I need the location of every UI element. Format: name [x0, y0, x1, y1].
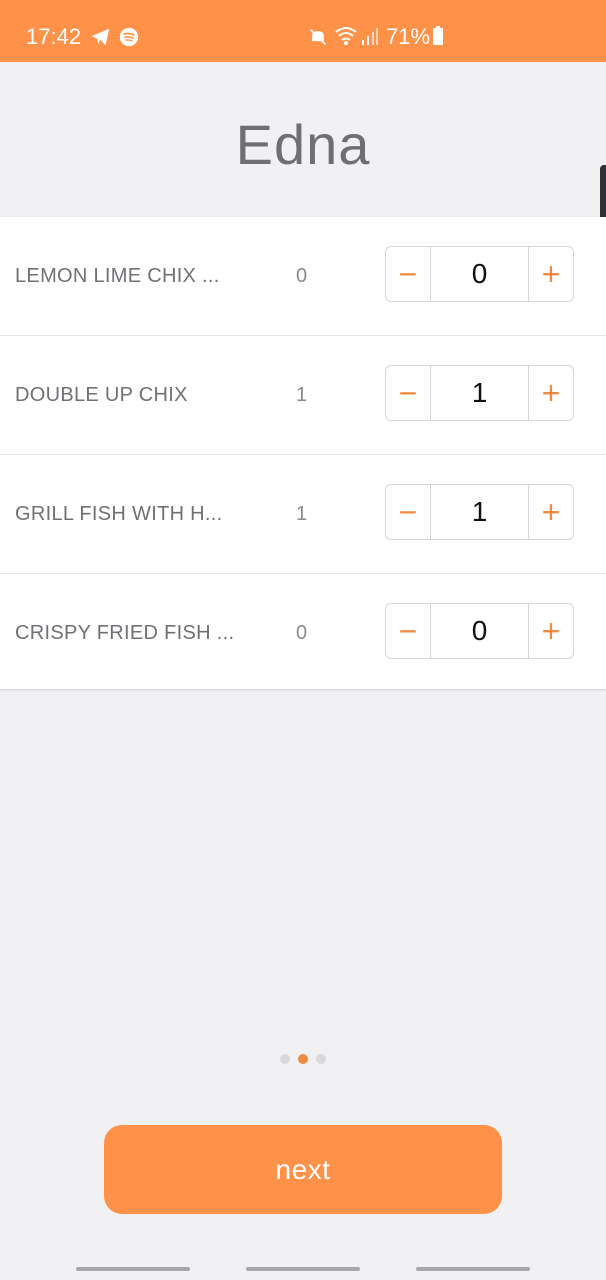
increment-button[interactable]: +	[529, 366, 573, 420]
item-name: LEMON LIME CHIX ...	[15, 265, 220, 287]
page-dot	[280, 1054, 290, 1064]
page-dot-active	[298, 1054, 308, 1064]
status-time: 17:42	[26, 24, 82, 49]
list-item: CRISPY FRIED FISH ... 0 − 0 +	[0, 573, 606, 692]
quantity-stepper: − 0 +	[385, 603, 574, 659]
status-bar: 17:42 71%	[0, 0, 606, 62]
quantity-value[interactable]: 0	[430, 247, 529, 301]
item-count: 1	[296, 384, 308, 406]
navigation-bar	[0, 1258, 606, 1280]
spotify-icon	[119, 27, 139, 47]
quantity-value[interactable]: 1	[430, 366, 529, 420]
item-name: GRILL FISH WITH H...	[15, 503, 223, 525]
signal-icon	[362, 28, 378, 45]
mute-icon	[309, 28, 327, 46]
quantity-stepper: − 0 +	[385, 246, 574, 302]
increment-button[interactable]: +	[529, 485, 573, 539]
increment-button[interactable]: +	[529, 604, 573, 658]
nav-back-button[interactable]	[416, 1267, 530, 1271]
decrement-button[interactable]: −	[386, 485, 430, 539]
decrement-button[interactable]: −	[386, 366, 430, 420]
battery-percent: 71%	[386, 24, 431, 49]
item-count: 0	[296, 622, 308, 644]
quantity-value[interactable]: 1	[430, 485, 529, 539]
list-item: LEMON LIME CHIX ... 0 − 0 +	[0, 217, 606, 335]
quantity-stepper: − 1 +	[385, 365, 574, 421]
next-button[interactable]: next	[104, 1125, 502, 1214]
increment-button[interactable]: +	[529, 247, 573, 301]
list-item: GRILL FISH WITH H... 1 − 1 +	[0, 454, 606, 573]
nav-recents-button[interactable]	[76, 1267, 190, 1271]
item-count: 1	[296, 503, 308, 525]
item-name: DOUBLE UP CHIX	[15, 384, 188, 406]
page-title: Edna	[235, 113, 371, 176]
page-dot	[316, 1054, 326, 1064]
quantity-value[interactable]: 0	[430, 604, 529, 658]
decrement-button[interactable]: −	[386, 604, 430, 658]
decrement-button[interactable]: −	[386, 247, 430, 301]
item-count: 0	[296, 265, 308, 287]
battery-icon	[433, 26, 443, 45]
item-list: LEMON LIME CHIX ... 0 − 0 + DOUBLE UP CH…	[0, 217, 606, 689]
list-item: DOUBLE UP CHIX 1 − 1 +	[0, 335, 606, 454]
page-indicator	[0, 1054, 606, 1064]
item-name: CRISPY FRIED FISH ...	[15, 622, 235, 644]
wifi-icon	[335, 27, 357, 45]
quantity-stepper: − 1 +	[385, 484, 574, 540]
nav-home-button[interactable]	[246, 1267, 360, 1271]
telegram-icon	[91, 28, 110, 46]
